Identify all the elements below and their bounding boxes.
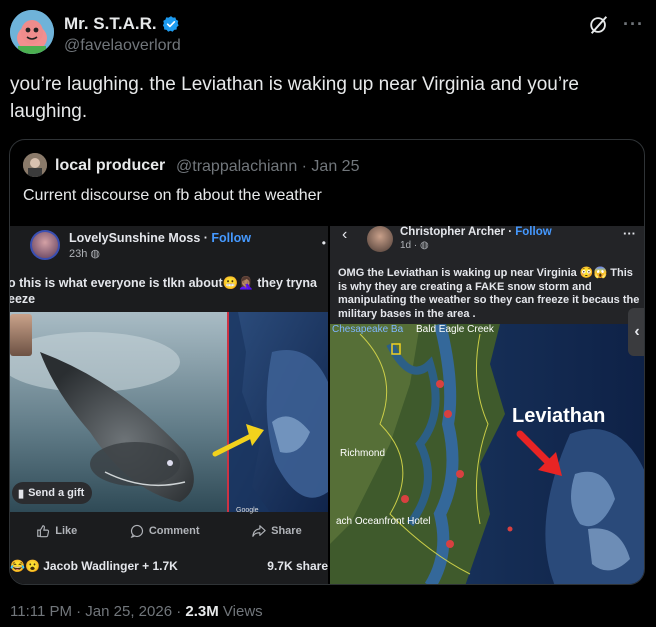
left-post-actions: Like Comment Share: [10, 519, 328, 543]
quoted-author-avatar: [23, 153, 47, 177]
send-gift-label: Send a gift: [28, 487, 85, 499]
share-label: Share: [271, 525, 302, 537]
share-icon: [252, 525, 266, 537]
left-thumbnail: [10, 314, 32, 356]
right-post-caption: OMG the Leviathan is waking up near Virg…: [338, 267, 640, 320]
author-avatar[interactable]: [10, 10, 54, 54]
comment-icon: [130, 524, 143, 538]
left-post-caption: o this is what everyone is tlkn about😬🤦🏽…: [10, 275, 328, 307]
comment-label: Comment: [148, 525, 200, 537]
map-label-bald-eagle: Bald Eagle Creek: [416, 324, 494, 335]
right-post-time: 1d · ◍: [400, 240, 429, 251]
right-follow-link: Follow: [515, 226, 552, 238]
globe-icon: ◍: [420, 240, 429, 251]
thumbs-up-icon: [37, 525, 50, 538]
quoted-author-meta: @trappalachiann · Jan 25: [176, 158, 360, 175]
google-watermark: Google: [236, 507, 259, 514]
like-action: Like: [36, 524, 77, 538]
gift-icon: ▮: [18, 487, 25, 500]
map-label-richmond: Richmond: [340, 448, 386, 459]
collapse-tab-icon: ‹: [628, 308, 644, 356]
right-more-icon: ···: [623, 226, 636, 241]
more-options-icon[interactable]: ···: [623, 14, 644, 35]
comment-action: Comment: [130, 524, 200, 538]
right-facebook-screenshot[interactable]: ‹ Christopher Archer · Follow 1d · ◍ ···…: [330, 226, 644, 584]
left-poster-name-text: LovelySunshine Moss: [69, 231, 201, 245]
author-name[interactable]: Mr. S.T.A.R.: [64, 14, 180, 34]
left-post-time-text: 23h: [69, 248, 88, 260]
globe-icon: ◍: [90, 248, 101, 260]
left-caption-line-2: eeze: [10, 292, 36, 306]
grok-icon[interactable]: [588, 14, 610, 36]
right-poster-name: Christopher Archer · Follow: [400, 226, 552, 238]
right-poster-name-text: Christopher Archer: [400, 226, 506, 238]
tweet-header: Mr. S.T.A.R. @favelaoverlord ···: [10, 10, 646, 60]
tweet-footer: 11:11 PM · Jan 25, 2026 · 2.3M Views: [10, 603, 263, 620]
like-label: Like: [55, 525, 78, 537]
quoted-author-name: local producer: [55, 157, 166, 174]
back-arrow-icon: ‹: [342, 226, 348, 243]
share-action: Share: [252, 524, 302, 538]
left-follow-link: Follow: [211, 231, 251, 245]
right-post-time-text: 1d: [400, 240, 412, 251]
tweet-timestamp[interactable]: 11:11 PM · Jan 25, 2026 ·: [10, 603, 185, 620]
shares-count: 9.7K share: [267, 559, 328, 573]
left-poster-name: LovelySunshine Moss · Follow: [69, 231, 251, 245]
left-post-time: 23h ◍: [69, 247, 100, 260]
right-poster-avatar: [367, 226, 393, 252]
reactions-summary: 😂😮 Jacob Wadlinger + 1.7K: [10, 559, 178, 573]
left-more-icon: •: [321, 236, 326, 250]
send-gift-button: ▮ Send a gift: [12, 482, 92, 504]
left-poster-avatar: [30, 230, 60, 260]
views-label: Views: [218, 603, 263, 620]
left-facebook-screenshot[interactable]: LovelySunshine Moss · Follow 23h ◍ • o t…: [10, 226, 328, 584]
tweet-text: you’re laughing. the Leviathan is waking…: [10, 74, 579, 122]
quoted-tweet[interactable]: local producer @trappalachiann · Jan 25 …: [9, 139, 645, 585]
left-caption-line-1: o this is what everyone is tlkn about😬🤦🏽…: [10, 276, 317, 290]
map-label-oceanfront: ach Oceanfront Hotel: [336, 516, 431, 527]
author-handle[interactable]: @favelaoverlord: [64, 37, 181, 55]
map-label-chesapeake: Chesapeake Ba: [332, 324, 404, 335]
author-name-text[interactable]: Mr. S.T.A.R.: [64, 14, 157, 34]
verified-badge-icon: [162, 16, 179, 32]
views-count: 2.3M: [185, 603, 219, 620]
quoted-tweet-text: Current discourse on fb about the weathe…: [23, 187, 322, 204]
map-label-leviathan: Leviathan: [512, 405, 606, 427]
